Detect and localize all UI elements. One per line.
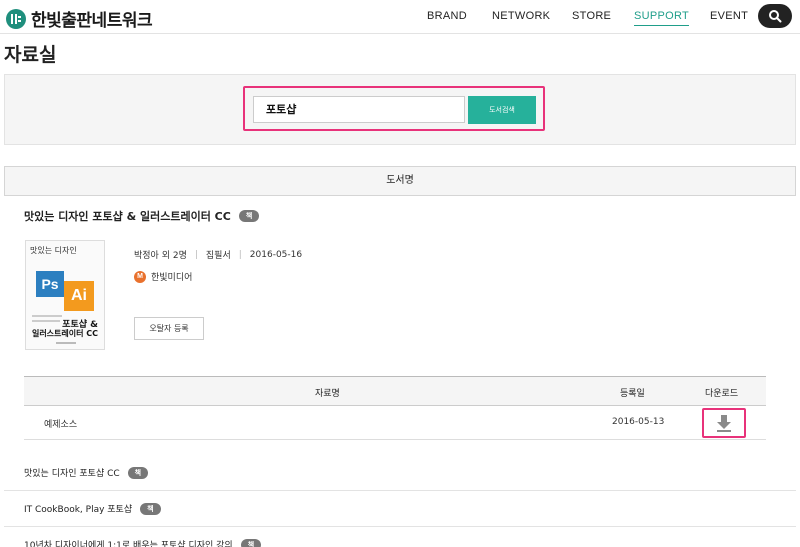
table-row: 예제소스 2016-05-13	[24, 406, 766, 440]
site-logo[interactable]: 한빛출판네트워크	[6, 6, 153, 31]
cover-ps-logo: Ps	[36, 271, 64, 297]
header-resource-name: 자료명	[315, 389, 340, 399]
download-icon[interactable]	[716, 415, 732, 435]
result-title-text[interactable]: IT CookBook, Play 포토샵	[24, 502, 132, 515]
nav-network[interactable]: NETWORK	[492, 10, 550, 22]
book-badge: 책	[238, 210, 260, 222]
result-item[interactable]: IT CookBook, Play 포토샵 책	[4, 491, 796, 527]
cover-top-text: 맛있는 디자인	[30, 246, 77, 255]
site-header: 한빛출판네트워크 BRAND NETWORK STORE SUPPORT EVE…	[0, 0, 800, 34]
book-badge: 책	[127, 466, 149, 479]
nav-brand[interactable]: BRAND	[427, 10, 467, 22]
result-item[interactable]: 10년차 디자이너에게 1:1로 배우는 포토샵 디자인 강의 책	[4, 527, 796, 547]
book-search-button[interactable]: 도서검색	[468, 96, 536, 124]
result-title[interactable]: 맛있는 디자인 포토샵 CC 책	[24, 466, 149, 479]
book-badge: 책	[140, 502, 161, 515]
header-date: 등록일	[620, 389, 645, 399]
result-title-text[interactable]: 10년차 디자이너에게 1:1로 배우는 포토샵 디자인 강의	[24, 538, 233, 547]
resource-date: 2016-05-13	[612, 417, 665, 427]
book-title-text[interactable]: 맛있는 디자인 포토샵 & 일러스트레이터 CC	[24, 208, 231, 224]
book-meta: 박정아 외 2명 | 집필서 | 2016-05-16	[134, 248, 303, 262]
book-role: 집필서	[205, 251, 231, 261]
logo-icon	[6, 8, 26, 29]
errata-register-button[interactable]: 오탈자 등록	[134, 317, 204, 340]
book-publisher: M 한빛미디어	[134, 270, 192, 283]
publisher-icon: M	[134, 270, 146, 283]
cover-ai-logo: Ai	[64, 281, 94, 311]
result-title-text[interactable]: 맛있는 디자인 포토샵 CC	[24, 466, 120, 479]
header-search-button[interactable]	[758, 4, 792, 28]
book-cover[interactable]: 맛있는 디자인 Ps Ai 포토샵 & 일러스트레이터 CC	[25, 240, 105, 350]
book-date: 2016-05-16	[249, 249, 303, 260]
nav-support[interactable]: SUPPORT	[634, 10, 690, 26]
header-download: 다운로드	[705, 389, 739, 399]
nav-store[interactable]: STORE	[572, 10, 611, 22]
publisher-name: 한빛미디어	[151, 273, 193, 283]
search-icon	[769, 10, 782, 23]
page-title: 자료실	[4, 44, 57, 66]
book-search-input[interactable]: 포토샵	[253, 96, 465, 123]
book-badge: 책	[240, 538, 262, 547]
book-title[interactable]: 맛있는 디자인 포토샵 & 일러스트레이터 CC 책	[24, 208, 260, 224]
logo-text: 한빛출판네트워크	[31, 11, 153, 31]
cover-decoration	[32, 320, 60, 322]
result-item[interactable]: 맛있는 디자인 포토샵 CC 책	[4, 455, 796, 491]
resource-name: 예제소스	[44, 420, 78, 430]
result-column-header: 도서명	[4, 166, 796, 196]
cover-decoration	[32, 315, 62, 317]
cover-title-line2: 일러스트레이터 CC	[31, 329, 98, 338]
cover-publisher-mark	[56, 342, 76, 344]
result-title[interactable]: 10년차 디자이너에게 1:1로 배우는 포토샵 디자인 강의 책	[24, 538, 262, 547]
result-title[interactable]: IT CookBook, Play 포토샵 책	[24, 502, 161, 515]
table-header: 자료명 등록일 다운로드	[24, 376, 766, 406]
book-authors: 박정아 외 2명	[134, 251, 187, 261]
nav-event[interactable]: EVENT	[710, 10, 748, 22]
separator: |	[238, 249, 242, 260]
separator: |	[194, 249, 198, 260]
